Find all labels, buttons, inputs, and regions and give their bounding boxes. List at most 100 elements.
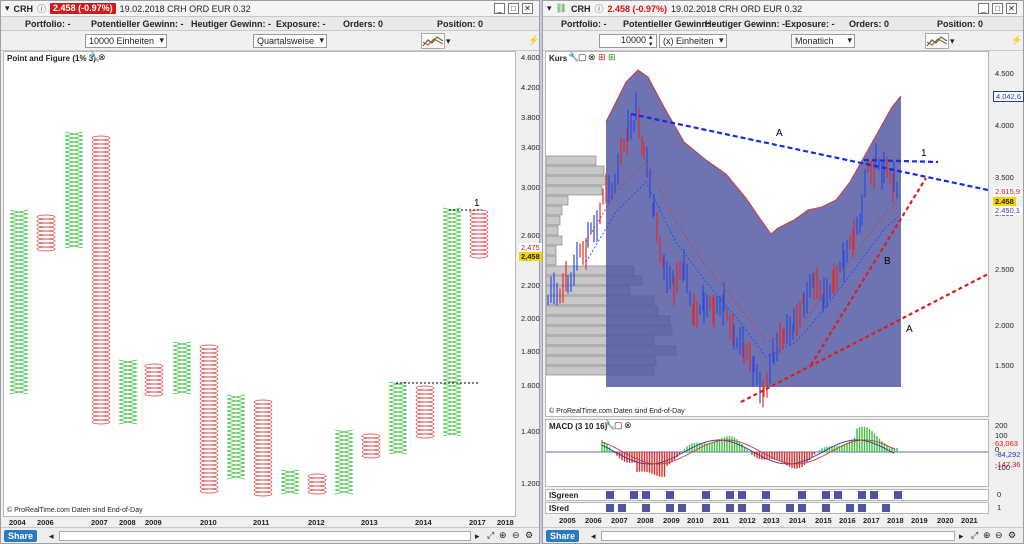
zoom-fit-icon[interactable]: ⤢: [971, 530, 978, 541]
portfolio-label: Portfolio: -: [25, 19, 71, 29]
isred-panel[interactable]: ISred: [545, 502, 989, 514]
pf-o-mark: [91, 315, 111, 321]
pf-o-mark: [91, 295, 111, 301]
macd-tag-red: 63,063: [995, 439, 1018, 448]
zoom-out-icon[interactable]: ⊖: [995, 530, 1003, 541]
x-year-label: 2011: [253, 518, 270, 527]
scroll-left-icon[interactable]: ◂: [591, 531, 596, 542]
tools-icon[interactable]: ⚡: [528, 35, 539, 46]
y-tick-label: 2.600: [521, 231, 540, 240]
dropdown-arrow-icon[interactable]: ▾: [547, 3, 552, 14]
window-icon[interactable]: ▢: [614, 420, 623, 431]
info-icon[interactable]: ⓘ: [594, 2, 603, 15]
pf-o-mark: [415, 401, 435, 407]
pf-o-mark: [199, 408, 219, 414]
pf-o-mark: [91, 255, 111, 261]
time-axis[interactable]: 2005 2006 2007 2008 2009 2010 2011 2012 2013 2014…: [545, 516, 989, 526]
units-select[interactable]: (x) Einheiten: [659, 34, 727, 48]
x-year-label: 2009: [663, 516, 680, 525]
x-year-label: 2006: [585, 516, 602, 525]
close-indicator-icon[interactable]: ⊗: [588, 52, 596, 63]
settings-icon[interactable]: ⚙: [1008, 530, 1016, 541]
time-scrollbar[interactable]: [59, 531, 471, 541]
scroll-right-icon[interactable]: ▸: [475, 531, 480, 542]
dropdown-arrow-icon[interactable]: ▾: [5, 3, 10, 14]
x-year-label: 2008: [637, 516, 654, 525]
macd-panel[interactable]: MACD (3 10 16) 🔧 ▢ ⊗: [545, 419, 989, 487]
isgreen-pulse: [630, 491, 638, 499]
settings-icon[interactable]: ⚙: [525, 530, 533, 541]
minimize-icon[interactable]: _: [494, 3, 505, 14]
add-indicator-icon[interactable]: ⊞: [598, 52, 606, 63]
time-scrollbar[interactable]: [601, 531, 955, 541]
price-axis[interactable]: 4.5004.0003.5003.0002.5002.0001.500: [993, 51, 1024, 417]
stepper-icon[interactable]: ▴ ▾: [649, 34, 653, 48]
chevron-down-icon[interactable]: ▾: [446, 36, 451, 47]
close-indicator-icon[interactable]: ⊗: [624, 420, 632, 431]
x-year-label: 2012: [308, 518, 325, 527]
pf-o-mark: [199, 424, 219, 430]
pf-o-mark: [253, 487, 273, 493]
pf-o-mark: [91, 291, 111, 297]
pf-o-mark: [469, 209, 489, 215]
orders-label[interactable]: Orders: 0: [849, 19, 889, 29]
pf-o-mark: [91, 163, 111, 169]
window-titlebar[interactable]: ▾ ⛓ CRH ⓘ 2.458 (-0.97%) 19.02.2018 CRH …: [543, 1, 1023, 17]
isred-pulse: [846, 504, 854, 512]
chevron-down-icon[interactable]: ▾: [950, 36, 955, 47]
pf-o-mark: [91, 143, 111, 149]
pf-o-mark: [415, 409, 435, 415]
pf-o-mark: [253, 411, 273, 417]
position-label[interactable]: Position: 0: [937, 19, 983, 29]
share-button[interactable]: Share: [546, 530, 580, 542]
pf-o-mark: [144, 387, 164, 393]
bottom-toolbar: Share ◂ ▸ ⤢ ⊕ ⊖ ⚙: [543, 527, 1023, 543]
scroll-left-icon[interactable]: ◂: [49, 531, 54, 542]
add-drawing-icon[interactable]: ⊞: [608, 52, 616, 63]
pf-o-mark: [91, 419, 111, 425]
position-label[interactable]: Position: 0: [437, 19, 483, 29]
pf-o-mark: [253, 459, 273, 465]
link-icon[interactable]: ⛓: [556, 3, 567, 14]
close-icon[interactable]: ✕: [1006, 3, 1017, 14]
pf-o-mark: [253, 419, 273, 425]
price-tag-current: 2.458: [993, 197, 1016, 206]
volume-profile-bar: [546, 215, 561, 226]
share-button[interactable]: Share: [4, 530, 38, 542]
zoom-out-icon[interactable]: ⊖: [512, 530, 520, 541]
pf-chart-area[interactable]: Point and Figure (1% 3) 🔧 ⊗ 1 © ProRealT…: [3, 51, 516, 517]
portfolio-infobar: Portfolio: - Potentieller Gewinn: - Heut…: [543, 17, 1023, 31]
zoom-fit-icon[interactable]: ⤢: [487, 530, 494, 541]
chart-type-icon[interactable]: [421, 33, 445, 49]
zoom-in-icon[interactable]: ⊕: [499, 530, 507, 541]
close-icon[interactable]: ✕: [522, 3, 533, 14]
pf-o-mark: [415, 433, 435, 439]
pf-columns: 1: [9, 131, 489, 497]
maximize-icon[interactable]: □: [992, 3, 1003, 14]
window-titlebar[interactable]: ▾ CRH ⓘ 2.458 (-0.97%) 19.02.2018 CRH OR…: [1, 1, 539, 17]
chart-type-icon[interactable]: [925, 33, 949, 49]
orders-label[interactable]: Orders: 0: [343, 19, 383, 29]
units-select[interactable]: 10000 Einheiten: [85, 34, 168, 48]
pf-o-mark: [91, 383, 111, 389]
maximize-icon[interactable]: □: [508, 3, 519, 14]
period-select[interactable]: Monatlich: [791, 34, 855, 48]
window-icon[interactable]: ▢: [578, 52, 587, 63]
isgreen-pulse: [642, 491, 650, 499]
pf-o-mark: [199, 396, 219, 402]
scroll-right-icon[interactable]: ▸: [959, 531, 964, 542]
x-year-label: 2009: [145, 518, 162, 527]
label-a-upper: A: [776, 128, 783, 139]
price-chart-area[interactable]: A1BA Kurs 🔧 ▢ ⊗ ⊞ ⊞ © ProRealTime.com Da…: [545, 51, 989, 417]
info-icon[interactable]: ⓘ: [37, 2, 46, 15]
price-axis[interactable]: 4.600 4.200 3.800 3.400 3.000 2.600 2.200 2.000…: [519, 51, 541, 517]
pf-o-mark: [91, 191, 111, 197]
pf-o-mark: [253, 399, 273, 405]
zoom-in-icon[interactable]: ⊕: [983, 530, 991, 541]
minimize-icon[interactable]: _: [978, 3, 989, 14]
label-1: 1: [474, 198, 480, 209]
tools-icon[interactable]: ⚡: [1011, 35, 1022, 46]
period-select[interactable]: Quartalsweise: [253, 34, 328, 48]
isgreen-panel[interactable]: ISgreen: [545, 489, 989, 501]
label-1: 1: [921, 148, 927, 159]
